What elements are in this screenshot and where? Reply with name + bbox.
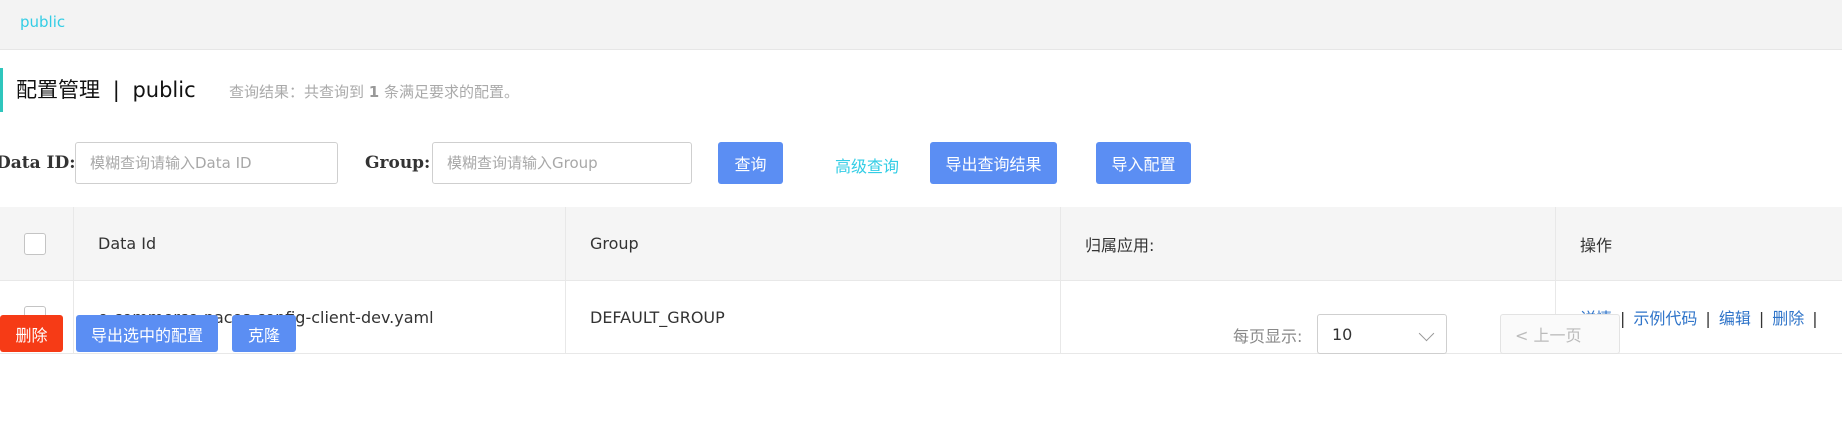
page-title: 配置管理 | public [16,74,196,104]
table-header-row: Data Id Group 归属应用: 操作 [0,207,1842,281]
action-separator: | [1705,309,1711,328]
group-label: Group: [365,153,431,173]
header-data-id: Data Id [74,207,566,280]
action-separator: | [1758,309,1765,328]
title-accent-bar [0,68,3,112]
advanced-query-link[interactable]: 高级查询 [835,153,899,177]
header-actions: 操作 [1580,235,1613,255]
title-separator: | [112,78,120,102]
action-separator: | [1812,309,1818,328]
export-query-results-button[interactable]: 导出查询结果 [930,142,1057,184]
namespace-bar: public [0,0,1842,50]
page-title-text: 配置管理 [16,78,100,102]
page-title-namespace: public [132,78,196,102]
summary-suffix: 条满足要求的配置。 [384,83,520,101]
action-separator: | [1620,309,1626,328]
cell-group: DEFAULT_GROUP [566,281,1061,353]
select-all-checkbox[interactable] [24,232,46,255]
delete-selected-button[interactable]: 删除 [0,315,63,352]
group-input[interactable] [432,142,692,184]
cell-app [1061,281,1556,353]
page-size-value: 10 [1332,324,1353,344]
summary-count: 1 [368,83,380,101]
data-id-input[interactable] [75,142,338,184]
clone-button[interactable]: 克隆 [232,315,296,352]
chevron-down-icon [1418,325,1435,342]
namespace-link-public[interactable]: public [20,13,65,31]
import-config-button[interactable]: 导入配置 [1096,142,1191,184]
prev-page-button[interactable]: < 上一页 [1500,314,1620,354]
header-app: 归属应用: [1061,207,1556,280]
summary-prefix: 查询结果：共查询到 [229,83,365,101]
data-id-label: Data ID: [0,153,76,173]
action-edit-link[interactable]: 编辑 [1719,309,1751,328]
query-button[interactable]: 查询 [718,142,783,184]
page-size-label: 每页显示: [1233,327,1303,346]
query-summary: 查询结果：共查询到 1 条满足要求的配置。 [229,81,519,102]
action-sample-code-link[interactable]: 示例代码 [1633,309,1697,328]
header-checkbox-cell [0,207,74,280]
page-size-select[interactable]: 10 [1317,314,1447,354]
header-group: Group [566,207,1061,280]
export-selected-button[interactable]: 导出选中的配置 [76,315,218,352]
action-delete-link[interactable]: 删除 [1772,309,1804,328]
